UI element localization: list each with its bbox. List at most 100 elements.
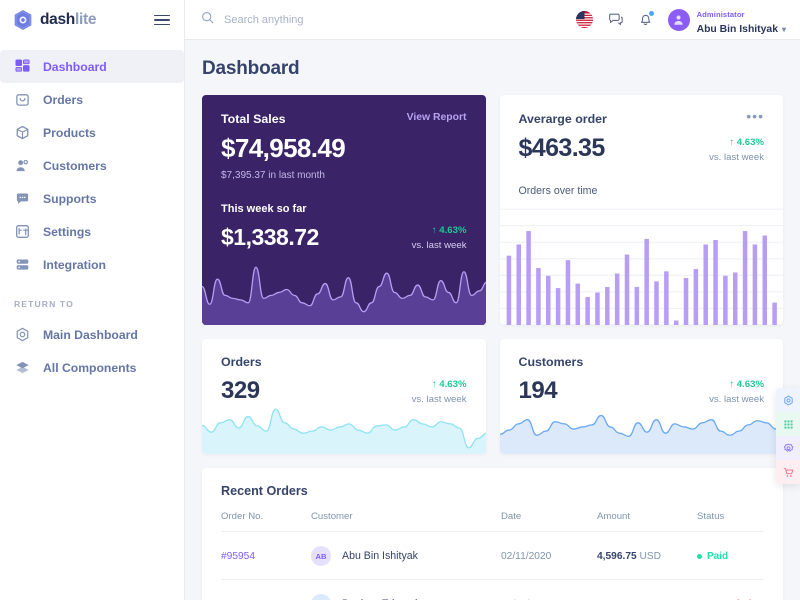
- user-name: Abu Bin Ishityak: [696, 24, 778, 35]
- bar: [712, 240, 718, 325]
- search-input[interactable]: [224, 13, 424, 26]
- bar: [663, 271, 669, 325]
- bar: [702, 244, 708, 325]
- sidebar-item-dashboard[interactable]: Dashboard: [0, 50, 184, 83]
- cell-date: 02/11/2020: [501, 531, 597, 580]
- orders-stat-value: 329: [221, 377, 260, 404]
- main-area: Administator Abu Bin Ishityak ▾ Dashboar…: [185, 0, 800, 600]
- table-head: Order No. Customer Date Amount Status: [221, 511, 764, 532]
- sidebar-item-integration[interactable]: Integration: [0, 248, 184, 281]
- ellipsis-icon[interactable]: •••: [746, 109, 764, 124]
- bar: [683, 278, 688, 325]
- total-sales-card: Total Sales View Report $74,958.49 $7,39…: [202, 95, 486, 325]
- table-row[interactable]: #95954 AB Abu Bin Ishityak 02/11/2020 4,596.…: [221, 531, 764, 580]
- column-header-order-no: Order No.: [221, 511, 311, 532]
- table-row[interactable]: #95850DEDesiree Edwards02/02/2020596.75 …: [221, 579, 764, 600]
- avatar: DE: [311, 594, 331, 600]
- order-number-link[interactable]: #95954: [221, 551, 255, 562]
- orders-stat-title: Orders: [221, 355, 262, 369]
- orders-over-time-chart: [500, 203, 784, 325]
- recent-orders-table: Order No. Customer Date Amount Status #9…: [221, 511, 764, 600]
- sidebar-item-customers[interactable]: Customers: [0, 149, 184, 182]
- floating-toolbar-grid-apps-icon[interactable]: [776, 412, 800, 436]
- bar: [506, 255, 511, 325]
- sidebar-nav: Dashboard Orders Products Customers Supp…: [0, 40, 184, 384]
- column-header-customer: Customer: [311, 511, 501, 532]
- this-week-row: $1,338.72 ↑ 4.63% vs. last week: [221, 220, 467, 251]
- user-name-wrap: Abu Bin Ishityak ▾: [697, 23, 786, 36]
- brand-name-light: lite: [74, 11, 97, 28]
- total-sales-col: Total Sales View Report $74,958.49 $7,39…: [202, 95, 486, 325]
- floating-toolbar-hexagon-icon[interactable]: [776, 388, 800, 412]
- user-meta: Administator Abu Bin Ishityak ▾: [697, 3, 786, 36]
- sidebar-item-supports[interactable]: Supports: [0, 182, 184, 215]
- sidebar-item-all-components[interactable]: All Components: [0, 351, 184, 384]
- customers-stat-row: 194 ↑ 4.63% vs. last week: [519, 374, 765, 405]
- trend-value: ↑ 4.63%: [431, 379, 467, 390]
- sidebar-item-label: Integration: [43, 257, 106, 272]
- page-content: Dashboard Total Sales View Report $74,95…: [185, 40, 800, 600]
- column-header-status: Status: [697, 511, 764, 532]
- floating-toolbar: [776, 388, 800, 484]
- layers-icon: [14, 359, 31, 376]
- floating-toolbar-cart-icon[interactable]: [776, 460, 800, 484]
- sliders-icon: [14, 223, 31, 240]
- column-header-date: Date: [501, 511, 597, 532]
- brand-logo[interactable]: dashlite: [13, 9, 96, 31]
- brand-name: dashlite: [40, 11, 96, 29]
- average-order-trend: ↑ 4.63% vs. last week: [709, 132, 764, 163]
- bar: [555, 288, 560, 325]
- orders-stat-col: Orders 329 ↑ 4.63% vs. last week: [202, 339, 486, 454]
- average-order-col: Averarge order ••• $463.35 ↑ 4.63% vs. l…: [499, 95, 784, 325]
- sidebar-item-products[interactable]: Products: [0, 116, 184, 149]
- chat-icon: [14, 190, 31, 207]
- average-order-card: Averarge order ••• $463.35 ↑ 4.63% vs. l…: [499, 95, 784, 325]
- cell-order-no: #95850: [221, 579, 311, 600]
- sidebar-item-label: Main Dashboard: [43, 327, 138, 342]
- floating-toolbar-flower-gear-icon[interactable]: [776, 436, 800, 460]
- trend-value: ↑ 4.63%: [729, 137, 764, 148]
- customer-name: Abu Bin Ishityak: [342, 550, 418, 562]
- sidebar-item-settings[interactable]: Settings: [0, 215, 184, 248]
- sidebar-item-main-dashboard[interactable]: Main Dashboard: [0, 318, 184, 351]
- cell-customer: AB Abu Bin Ishityak: [311, 531, 501, 580]
- page-title: Dashboard: [202, 58, 300, 79]
- bar: [614, 273, 619, 325]
- hamburger-menu-icon[interactable]: [154, 14, 170, 26]
- user-menu[interactable]: Administator Abu Bin Ishityak ▾: [667, 3, 786, 36]
- orders-stat-body: Orders 329 ↑ 4.63% vs. last week: [202, 339, 486, 405]
- bar: [594, 292, 600, 325]
- bell-icon[interactable]: [638, 11, 654, 27]
- nav-divider: [0, 281, 184, 299]
- cell-status: Canceled: [697, 579, 764, 600]
- customers-stat-trend: ↑ 4.63% vs. last week: [709, 374, 764, 405]
- bar: [722, 275, 728, 325]
- sidebar-header: dashlite: [0, 0, 184, 40]
- cell-amount: 596.75 USD: [597, 579, 697, 600]
- chat-bubble-icon[interactable]: [608, 12, 623, 27]
- sidebar-item-orders[interactable]: Orders: [0, 83, 184, 116]
- bar: [693, 269, 698, 325]
- total-sales-amount: $74,958.49: [221, 133, 346, 163]
- bar: [565, 260, 570, 325]
- sidebar: dashlite Dashboard Orders Products Custo…: [0, 0, 185, 600]
- us-flag-icon[interactable]: [575, 11, 593, 28]
- orders-stat-card: Orders 329 ↑ 4.63% vs. last week: [202, 339, 486, 454]
- view-report-link[interactable]: View Report: [407, 112, 467, 123]
- sidebar-item-label: All Components: [43, 360, 137, 375]
- sidebar-item-label: Customers: [43, 158, 107, 173]
- hexagon-icon: [14, 326, 31, 343]
- users-icon: [14, 157, 31, 174]
- trend-value: ↑ 4.63%: [431, 225, 467, 236]
- bar: [643, 238, 649, 325]
- box-icon: [14, 124, 31, 141]
- bag-icon: [14, 91, 31, 108]
- trend-label: vs. last week: [411, 394, 467, 405]
- hexagon-logo-icon: [13, 9, 33, 31]
- bar: [762, 235, 767, 325]
- customers-stat-title: Customers: [518, 355, 584, 369]
- bar: [515, 244, 521, 325]
- trend-label: vs. last week: [709, 152, 764, 163]
- cell-customer: DEDesiree Edwards: [311, 579, 501, 600]
- bar: [575, 283, 580, 325]
